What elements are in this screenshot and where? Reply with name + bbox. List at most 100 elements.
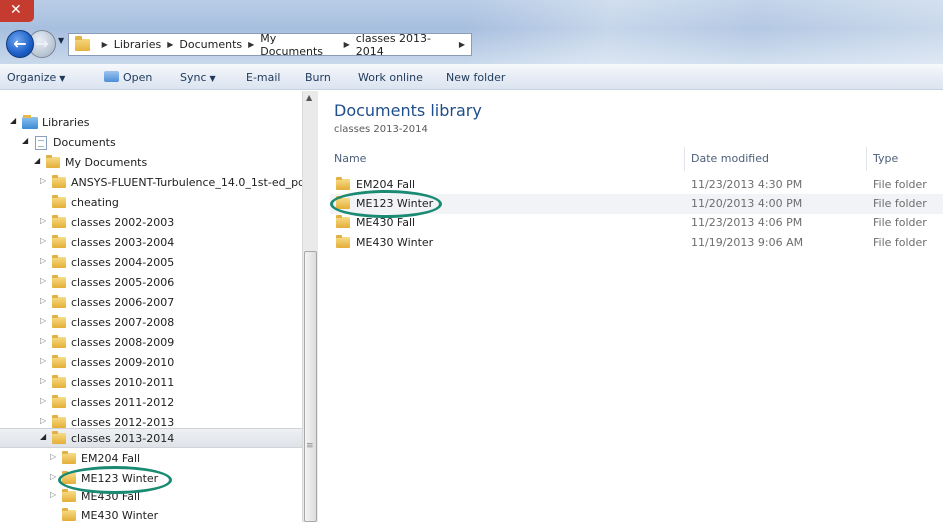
tree-item-folder[interactable]: ▷ classes 2009-2010 <box>0 353 302 373</box>
folder-icon <box>52 255 66 268</box>
tree-item-subfolder[interactable]: ▷ EM204 Fall <box>0 449 302 469</box>
column-divider[interactable] <box>866 147 867 171</box>
file-row[interactable]: ME430 Fall 11/23/2013 4:06 PM File folde… <box>330 213 943 233</box>
folder-icon <box>75 35 90 51</box>
tree-item-folder[interactable]: cheating <box>0 193 302 213</box>
tree-label: Libraries <box>42 116 90 129</box>
chevron-right-icon[interactable]: ▶ <box>248 40 254 49</box>
tree-item-folder[interactable]: ▷ classes 2007-2008 <box>0 313 302 333</box>
expanded-arrow-icon[interactable]: ◢ <box>40 432 46 441</box>
chevron-right-icon[interactable]: ▶ <box>102 40 108 49</box>
nav-pane-scrollbar[interactable]: ▲ ≡ <box>302 91 318 522</box>
collapsed-arrow-icon[interactable]: ▷ <box>40 296 46 305</box>
tree-item-libraries[interactable]: ◢ Libraries <box>0 113 302 133</box>
tree-label: classes 2009-2010 <box>71 356 175 369</box>
file-name: ME123 Winter <box>356 197 434 210</box>
tree-item-subfolder[interactable]: ▷ ME123 Winter <box>0 469 302 489</box>
collapsed-arrow-icon[interactable]: ▷ <box>40 336 46 345</box>
folder-icon <box>336 235 350 248</box>
breadcrumb-my-documents[interactable]: My Documents <box>260 32 337 58</box>
tree-label: cheating <box>71 196 119 209</box>
tree-item-my-documents[interactable]: ◢ My Documents <box>0 153 302 173</box>
tree-item-folder[interactable]: ▷ classes 2010-2011 <box>0 373 302 393</box>
tree-item-folder[interactable]: ▷ classes 2006-2007 <box>0 293 302 313</box>
folder-icon <box>62 489 76 502</box>
tree-item-selected-folder[interactable]: ◢ classes 2013-2014 <box>0 428 302 448</box>
library-title: Documents library <box>334 101 482 120</box>
collapsed-arrow-icon[interactable]: ▷ <box>40 176 46 185</box>
collapsed-arrow-icon[interactable]: ▷ <box>50 490 56 499</box>
file-row[interactable]: ME123 Winter 11/20/2013 4:00 PM File fol… <box>330 194 943 214</box>
titlebar-glass <box>470 0 943 64</box>
tree-item-folder[interactable]: ▷ classes 2011-2012 <box>0 393 302 413</box>
collapsed-arrow-icon[interactable]: ▷ <box>50 472 56 481</box>
column-divider[interactable] <box>684 147 685 171</box>
sync-button[interactable]: Sync ▼ <box>180 71 216 84</box>
tree-item-folder[interactable]: ▷ classes 2008-2009 <box>0 333 302 353</box>
tree-label: classes 2006-2007 <box>71 296 175 309</box>
back-arrow-icon: ← <box>13 34 27 53</box>
tree-label: classes 2005-2006 <box>71 276 175 289</box>
collapsed-arrow-icon[interactable]: ▷ <box>40 236 46 245</box>
expanded-arrow-icon[interactable]: ◢ <box>22 136 28 145</box>
new-folder-button[interactable]: New folder <box>446 71 505 84</box>
scrollbar-thumb[interactable] <box>304 251 317 522</box>
file-type: File folder <box>873 236 927 249</box>
collapsed-arrow-icon[interactable]: ▷ <box>40 216 46 225</box>
collapsed-arrow-icon[interactable]: ▷ <box>40 276 46 285</box>
tree-item-folder[interactable]: ▷ classes 2004-2005 <box>0 253 302 273</box>
expanded-arrow-icon[interactable]: ◢ <box>34 156 40 165</box>
collapsed-arrow-icon[interactable]: ▷ <box>40 256 46 265</box>
breadcrumb-classes-2013-2014[interactable]: classes 2013-2014 <box>356 32 453 58</box>
organize-button[interactable]: Organize ▼ <box>7 71 65 84</box>
recent-pages-dropdown[interactable]: ▼ <box>58 36 64 45</box>
tree-item-subfolder[interactable]: ▷ ME430 Fall <box>0 487 302 507</box>
tree-item-folder[interactable]: ▷ classes 2002-2003 <box>0 213 302 233</box>
column-header-type[interactable]: Type <box>873 152 898 165</box>
file-date: 11/20/2013 4:00 PM <box>691 197 803 210</box>
chevron-right-icon[interactable]: ▶ <box>459 40 465 49</box>
file-row[interactable]: EM204 Fall 11/23/2013 4:30 PM File folde… <box>330 175 943 195</box>
file-list-pane: Documents library classes 2013-2014 Name… <box>318 91 943 522</box>
command-bar: Organize ▼ Open Sync ▼ E-mail Burn Work on… <box>0 64 943 90</box>
open-button[interactable]: Open <box>104 71 152 84</box>
breadcrumb: ▶ Libraries ▶ Documents ▶ My Documents ▶… <box>96 32 471 58</box>
collapsed-arrow-icon[interactable]: ▷ <box>40 416 46 425</box>
tree-item-folder[interactable]: ▷ ANSYS-FLUENT-Turbulence_14.0_1st-ed_pd… <box>0 173 309 193</box>
collapsed-arrow-icon[interactable]: ▷ <box>40 356 46 365</box>
file-row[interactable]: ME430 Winter 11/19/2013 9:06 AM File fol… <box>330 233 943 253</box>
column-header-name[interactable]: Name <box>334 152 366 165</box>
file-name: ME430 Fall <box>356 216 416 229</box>
tree-label: Documents <box>53 136 116 149</box>
collapsed-arrow-icon[interactable]: ▷ <box>40 316 46 325</box>
column-header-date[interactable]: Date modified <box>691 152 769 165</box>
window-close-button[interactable] <box>0 0 34 22</box>
chevron-down-icon: ▼ <box>209 74 216 83</box>
folder-icon <box>52 315 66 328</box>
breadcrumb-documents[interactable]: Documents <box>179 38 242 51</box>
open-label: Open <box>123 71 153 84</box>
burn-button[interactable]: Burn <box>305 71 331 84</box>
folder-icon <box>62 451 76 464</box>
address-bar[interactable]: ▶ Libraries ▶ Documents ▶ My Documents ▶… <box>68 32 472 58</box>
back-button[interactable]: ← <box>6 30 34 58</box>
work-online-button[interactable]: Work online <box>358 71 423 84</box>
tree-item-folder[interactable]: ▷ classes 2003-2004 <box>0 233 302 253</box>
folder-icon <box>62 471 76 484</box>
folder-icon <box>52 335 66 348</box>
tree-item-documents[interactable]: ◢ Documents <box>0 133 302 153</box>
collapsed-arrow-icon[interactable]: ▷ <box>40 376 46 385</box>
chevron-right-icon[interactable]: ▶ <box>344 40 350 49</box>
scroll-up-arrow-icon[interactable]: ▲ <box>306 93 312 102</box>
file-date: 11/23/2013 4:06 PM <box>691 216 803 229</box>
chevron-right-icon[interactable]: ▶ <box>167 40 173 49</box>
scrollbar-grip-icon: ≡ <box>306 441 314 451</box>
tree-item-subfolder[interactable]: ME430 Winter <box>0 506 302 522</box>
expanded-arrow-icon[interactable]: ◢ <box>10 116 16 125</box>
email-button[interactable]: E-mail <box>246 71 281 84</box>
folder-icon <box>52 375 66 388</box>
collapsed-arrow-icon[interactable]: ▷ <box>50 452 56 461</box>
breadcrumb-libraries[interactable]: Libraries <box>114 38 162 51</box>
tree-item-folder[interactable]: ▷ classes 2005-2006 <box>0 273 302 293</box>
collapsed-arrow-icon[interactable]: ▷ <box>40 396 46 405</box>
